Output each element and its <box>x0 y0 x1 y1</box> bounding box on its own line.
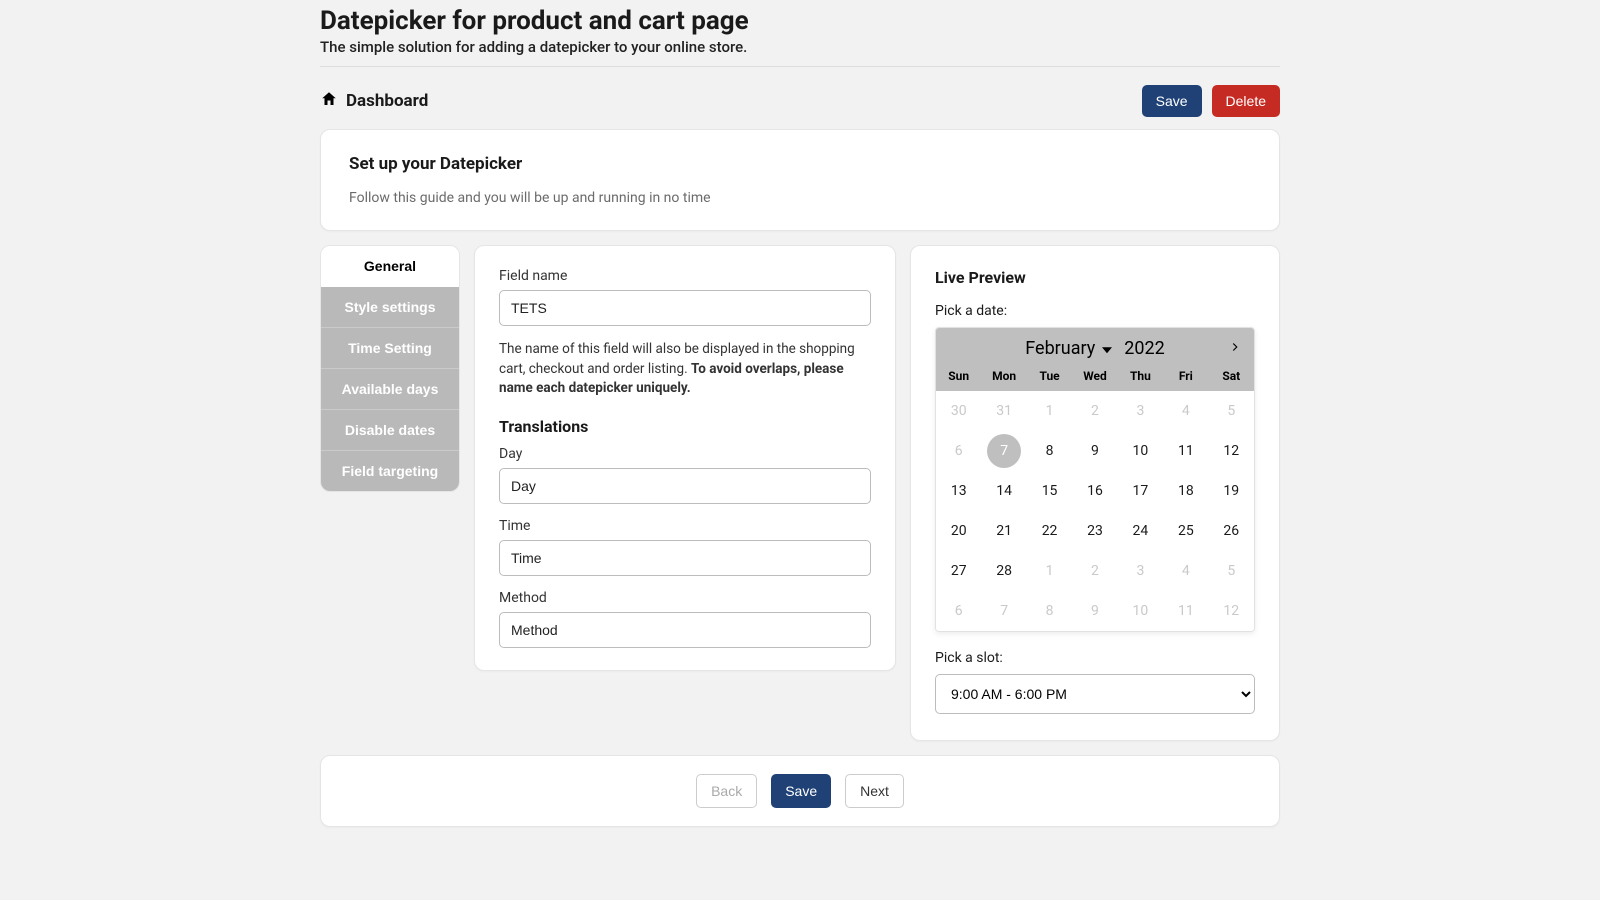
live-preview-heading: Live Preview <box>935 268 1255 287</box>
calendar-day: 11 <box>1163 591 1208 631</box>
next-button[interactable]: Next <box>845 774 904 808</box>
calendar-day[interactable]: 25 <box>1163 511 1208 551</box>
calendar-day[interactable]: 26 <box>1209 511 1254 551</box>
calendar-month-select[interactable]: February <box>1025 338 1114 359</box>
calendar-day[interactable]: 27 <box>936 551 981 591</box>
calendar-day: 8 <box>1027 591 1072 631</box>
intro-title: Set up your Datepicker <box>349 154 1251 174</box>
calendar-day[interactable]: 17 <box>1118 471 1163 511</box>
calendar-day[interactable]: 13 <box>936 471 981 511</box>
slot-select[interactable]: 9:00 AM - 6:00 PM <box>935 674 1255 714</box>
time-label: Time <box>499 518 871 534</box>
intro-text: Follow this guide and you will be up and… <box>349 190 1251 206</box>
calendar-day[interactable]: 14 <box>981 471 1026 511</box>
time-input[interactable] <box>499 540 871 576</box>
calendar-day[interactable]: 12 <box>1209 431 1254 471</box>
breadcrumb-label: Dashboard <box>346 91 428 111</box>
calendar-day: 31 <box>981 391 1026 431</box>
calendar-day: 5 <box>1209 551 1254 591</box>
calendar-day[interactable]: 15 <box>1027 471 1072 511</box>
calendar-dow: Wed <box>1072 369 1117 383</box>
live-preview-card: Live Preview Pick a date: February 2022 <box>910 245 1280 741</box>
calendar-day[interactable]: 11 <box>1163 431 1208 471</box>
translations-heading: Translations <box>499 417 871 436</box>
day-label: Day <box>499 446 871 462</box>
calendar-day: 5 <box>1209 391 1254 431</box>
calendar-day[interactable]: 28 <box>981 551 1026 591</box>
field-name-input[interactable] <box>499 290 871 326</box>
side-nav: GeneralStyle settingsTime SettingAvailab… <box>320 245 460 492</box>
sidenav-item-available-days[interactable]: Available days <box>321 369 459 410</box>
delete-button[interactable]: Delete <box>1212 85 1280 117</box>
calendar-day[interactable]: 21 <box>981 511 1026 551</box>
calendar-day: 4 <box>1163 391 1208 431</box>
calendar-day: 2 <box>1072 551 1117 591</box>
pick-date-label: Pick a date: <box>935 303 1255 319</box>
save-button[interactable]: Save <box>1142 85 1202 117</box>
calendar-day[interactable]: 16 <box>1072 471 1117 511</box>
method-label: Method <box>499 590 871 606</box>
wizard-footer: Back Save Next <box>320 755 1280 827</box>
calendar-next-icon[interactable] <box>1226 338 1244 356</box>
calendar-day: 12 <box>1209 591 1254 631</box>
calendar-day[interactable]: 22 <box>1027 511 1072 551</box>
calendar-day[interactable]: 7 <box>981 431 1026 471</box>
calendar-day[interactable]: 10 <box>1118 431 1163 471</box>
method-input[interactable] <box>499 612 871 648</box>
calendar-day[interactable]: 24 <box>1118 511 1163 551</box>
page-header: Datepicker for product and cart page The… <box>320 6 1280 67</box>
sidenav-item-general[interactable]: General <box>321 246 459 287</box>
form-card: Field name The name of this field will a… <box>474 245 896 671</box>
calendar-year[interactable]: 2022 <box>1124 338 1164 359</box>
calendar-day: 7 <box>981 591 1026 631</box>
calendar-dow: Sun <box>936 369 981 383</box>
sidenav-item-time-setting[interactable]: Time Setting <box>321 328 459 369</box>
calendar-day[interactable]: 23 <box>1072 511 1117 551</box>
calendar-day[interactable]: 9 <box>1072 431 1117 471</box>
calendar-day: 30 <box>936 391 981 431</box>
save-step-button[interactable]: Save <box>771 774 831 808</box>
sidenav-item-field-targeting[interactable]: Field targeting <box>321 451 459 491</box>
calendar-day: 1 <box>1027 551 1072 591</box>
toolbar: Dashboard Save Delete <box>320 67 1280 129</box>
calendar-day[interactable]: 19 <box>1209 471 1254 511</box>
calendar-day: 6 <box>936 591 981 631</box>
page-subtitle: The simple solution for adding a datepic… <box>320 38 1280 67</box>
calendar-dow: Mon <box>981 369 1026 383</box>
calendar-day[interactable]: 8 <box>1027 431 1072 471</box>
home-icon <box>320 90 338 113</box>
calendar-day: 3 <box>1118 551 1163 591</box>
calendar-day: 9 <box>1072 591 1117 631</box>
calendar-day: 2 <box>1072 391 1117 431</box>
breadcrumb[interactable]: Dashboard <box>320 90 428 113</box>
page-title: Datepicker for product and cart page <box>320 6 1280 36</box>
field-name-label: Field name <box>499 268 871 284</box>
sidenav-item-style-settings[interactable]: Style settings <box>321 287 459 328</box>
calendar-dow: Fri <box>1163 369 1208 383</box>
calendar: February 2022 SunMonTueWedThuFriSat 3031… <box>935 327 1255 632</box>
calendar-day[interactable]: 20 <box>936 511 981 551</box>
back-button[interactable]: Back <box>696 774 757 808</box>
calendar-dow: Tue <box>1027 369 1072 383</box>
intro-card: Set up your Datepicker Follow this guide… <box>320 129 1280 231</box>
sidenav-item-disable-dates[interactable]: Disable dates <box>321 410 459 451</box>
calendar-day: 3 <box>1118 391 1163 431</box>
calendar-day: 1 <box>1027 391 1072 431</box>
day-input[interactable] <box>499 468 871 504</box>
calendar-day: 4 <box>1163 551 1208 591</box>
field-name-help: The name of this field will also be disp… <box>499 340 871 399</box>
calendar-day: 10 <box>1118 591 1163 631</box>
calendar-dow: Sat <box>1209 369 1254 383</box>
calendar-dow: Thu <box>1118 369 1163 383</box>
pick-slot-label: Pick a slot: <box>935 650 1255 666</box>
calendar-day[interactable]: 18 <box>1163 471 1208 511</box>
calendar-day: 6 <box>936 431 981 471</box>
